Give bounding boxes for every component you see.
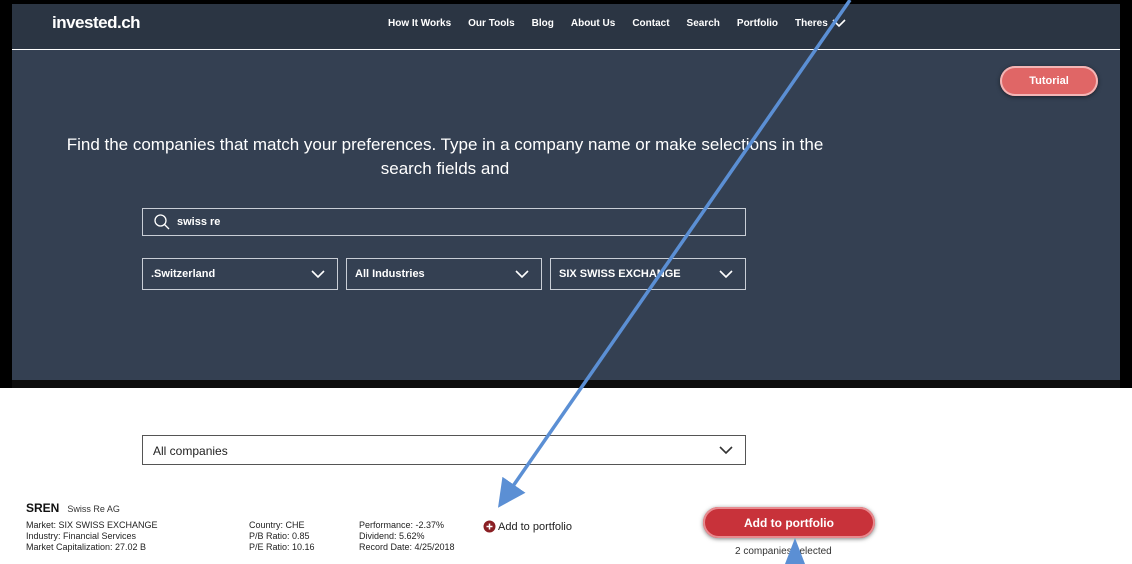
result-col-market: Market: SIX SWISS EXCHANGE Industry: Fin… [26, 520, 158, 553]
result-performance: Performance: -2.37% [359, 520, 445, 530]
company-search[interactable] [142, 208, 746, 236]
chevron-down-icon [832, 19, 846, 28]
add-to-portfolio-link-label: Add to portfolio [498, 520, 572, 533]
result-pb-ratio: P/B Ratio: 0.85 [249, 531, 310, 541]
result-record-date: Record Date: 4/25/2018 [359, 542, 455, 552]
chevron-down-icon [719, 446, 733, 455]
add-to-portfolio-link[interactable]: Add to portfolio [483, 520, 572, 533]
plus-circle-icon [483, 520, 496, 533]
selected-count: 2 companies selected [735, 546, 832, 557]
result-dividend: Dividend: 5.62% [359, 531, 425, 541]
nav-about-us[interactable]: About Us [571, 18, 615, 29]
page-border-left [0, 0, 12, 388]
chevron-down-icon [515, 270, 529, 279]
result-col-ratios: Country: CHE P/B Ratio: 0.85 P/E Ratio: … [249, 520, 315, 553]
result-pe-ratio: P/E Ratio: 10.16 [249, 542, 315, 552]
result-industry: Industry: Financial Services [26, 531, 137, 541]
exchange-select[interactable]: SIX SWISS EXCHANGE [550, 258, 746, 290]
nav-our-tools[interactable]: Our Tools [468, 18, 514, 29]
nav-search[interactable]: Search [687, 18, 720, 29]
result-ticker[interactable]: SREN [26, 501, 59, 515]
nav-blog[interactable]: Blog [532, 18, 554, 29]
result-market: Market: SIX SWISS EXCHANGE [26, 520, 158, 530]
result-col-performance: Performance: -2.37% Dividend: 5.62% Reco… [359, 520, 455, 553]
country-select[interactable]: .Switzerland [142, 258, 338, 290]
add-to-portfolio-button[interactable]: Add to portfolio [703, 507, 875, 538]
nav-user-menu[interactable]: Theres [795, 18, 846, 29]
main-nav: How It Works Our Tools Blog About Us Con… [388, 18, 846, 29]
brand-logo[interactable]: invested.ch [52, 13, 141, 33]
nav-user-label: Theres [795, 18, 828, 29]
page-border-right [1120, 0, 1132, 388]
nav-how-it-works[interactable]: How It Works [388, 18, 451, 29]
companies-filter-select[interactable]: All companies [142, 435, 746, 465]
country-select-value: .Switzerland [151, 268, 216, 280]
exchange-select-value: SIX SWISS EXCHANGE [559, 268, 681, 280]
chevron-down-icon [719, 270, 733, 279]
industry-select-value: All Industries [355, 268, 425, 280]
search-input[interactable] [175, 215, 679, 229]
search-icon [154, 214, 170, 230]
nav-contact[interactable]: Contact [632, 18, 669, 29]
result-company-name[interactable]: Swiss Re AG [67, 504, 120, 514]
nav-portfolio[interactable]: Portfolio [737, 18, 778, 29]
result-header: SREN Swiss Re AG [26, 501, 120, 515]
result-country: Country: CHE [249, 520, 305, 530]
chevron-down-icon [311, 270, 325, 279]
hero-bottom-border [12, 380, 1120, 388]
industry-select[interactable]: All Industries [346, 258, 542, 290]
tutorial-button[interactable]: Tutorial [1000, 66, 1098, 96]
companies-filter-value: All companies [153, 444, 228, 458]
hero-headline: Find the companies that match your prefe… [66, 135, 824, 178]
navbar: invested.ch How It Works Our Tools Blog … [12, 4, 1120, 49]
result-market-cap: Market Capitalization: 27.02 B [26, 542, 147, 552]
